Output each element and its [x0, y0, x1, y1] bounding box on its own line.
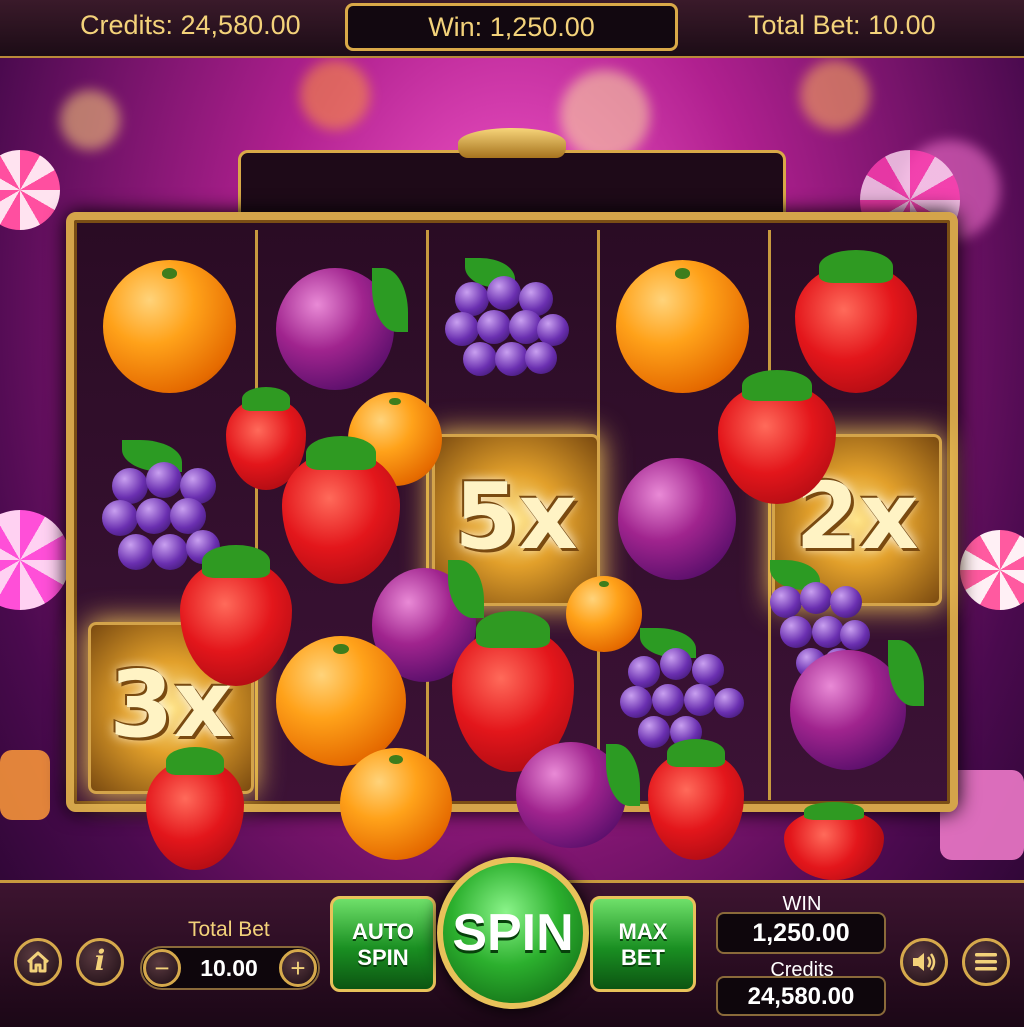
orange-symbol — [340, 748, 452, 860]
auto-spin-label-line1: AUTO — [352, 919, 414, 944]
info-icon: i — [94, 944, 106, 977]
lollipop-left-bottom — [0, 510, 70, 610]
info-button[interactable]: i — [76, 938, 124, 986]
max-bet-label-line2: BET — [621, 945, 665, 970]
auto-spin-label-line2: SPIN — [357, 945, 409, 970]
reel-divider — [426, 230, 429, 800]
total-bet-value: 10.00 — [200, 955, 258, 981]
bet-decrease-button[interactable]: − — [143, 949, 181, 987]
max-bet-button[interactable]: MAX BET — [590, 896, 696, 992]
plum-symbol — [618, 458, 736, 580]
win-value: 1,250.00 — [752, 919, 850, 947]
reel-divider — [255, 230, 258, 800]
credits-display: Credits: 24,580.00 — [80, 10, 301, 40]
plus-icon: + — [290, 953, 306, 983]
menu-button[interactable] — [962, 938, 1010, 986]
frame-crest-ornament — [458, 128, 566, 158]
orange-symbol — [103, 260, 236, 393]
minus-icon: − — [154, 953, 170, 983]
credits-value: 24,580.00 — [747, 983, 855, 1010]
menu-icon — [975, 953, 997, 971]
spin-button[interactable]: SPIN — [437, 857, 589, 1009]
speaker-icon — [913, 953, 936, 971]
gummy-left — [0, 750, 50, 820]
orange-symbol — [616, 260, 749, 393]
sound-button[interactable] — [900, 938, 948, 986]
win-display-text: Win: 1,250.00 — [428, 12, 595, 42]
strawberry-symbol — [784, 801, 884, 880]
lollipop-right — [960, 530, 1024, 610]
orange-symbol — [276, 636, 406, 766]
grapes-symbol — [445, 258, 575, 392]
max-bet-label-line1: MAX — [618, 919, 668, 944]
spin-label: SPIN — [452, 904, 574, 962]
strawberry-symbol — [648, 739, 744, 860]
win-display: Win: 1,250.00 — [345, 3, 678, 51]
home-icon — [26, 951, 50, 973]
win-value-box: 1,250.00 — [716, 912, 886, 954]
home-button[interactable] — [14, 938, 62, 986]
top-status-bar: Credits: 24,580.00 Win: 1,250.00 Total B… — [0, 0, 1024, 58]
auto-spin-button[interactable]: AUTO SPIN — [330, 896, 436, 992]
total-bet-display: Total Bet: 10.00 — [748, 10, 936, 40]
lollipop-left — [0, 150, 60, 230]
strawberry-symbol — [146, 746, 244, 870]
bet-increase-button[interactable]: + — [279, 949, 317, 987]
credits-value-box: 24,580.00 — [716, 976, 886, 1016]
total-bet-label: Total Bet — [188, 918, 270, 941]
